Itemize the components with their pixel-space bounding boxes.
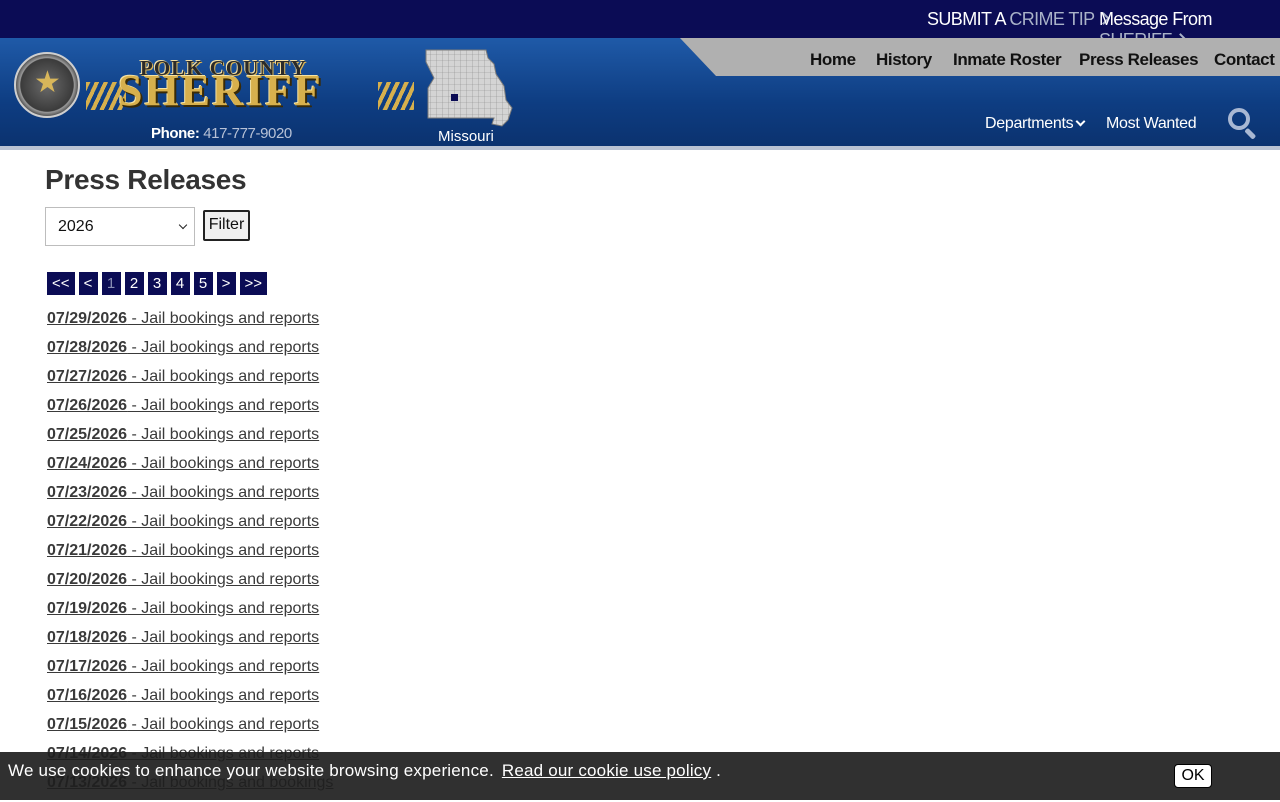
press-release-link[interactable]: 07/25/2026 - Jail bookings and reports	[47, 425, 333, 454]
press-release-link[interactable]: 07/19/2026 - Jail bookings and reports	[47, 599, 333, 628]
pager-item[interactable]: 1	[101, 272, 121, 295]
departments-label: Departments	[985, 115, 1074, 132]
cookie-message-line: We use cookies to enhance your website b…	[8, 761, 721, 781]
crime-tip-highlight: CRIME TIP	[1009, 9, 1095, 29]
nav-contact[interactable]: Contact	[1214, 50, 1275, 70]
release-date: 07/24/2026	[47, 455, 128, 472]
release-date: 07/26/2026	[47, 397, 128, 414]
release-date: 07/21/2026	[47, 542, 128, 559]
phone-line: Phone: 417-777-9020	[151, 125, 292, 142]
press-release-link[interactable]: 07/23/2026 - Jail bookings and reports	[47, 483, 333, 512]
press-release-link[interactable]: 07/16/2026 - Jail bookings and reports	[47, 686, 333, 715]
release-title: - Jail bookings and reports	[127, 310, 320, 327]
pager-item[interactable]: 3	[147, 272, 167, 295]
release-title: - Jail bookings and reports	[127, 687, 320, 704]
release-date: 07/18/2026	[47, 629, 128, 646]
release-date: 07/22/2026	[47, 513, 128, 530]
release-title: - Jail bookings and reports	[127, 339, 320, 356]
crime-tip-prefix: SUBMIT A	[927, 9, 1006, 29]
pager-item[interactable]: 2	[124, 272, 144, 295]
release-date: 07/16/2026	[47, 687, 128, 704]
release-title: - Jail bookings and reports	[127, 455, 320, 472]
press-release-link[interactable]: 07/22/2026 - Jail bookings and reports	[47, 512, 333, 541]
release-date: 07/27/2026	[47, 368, 128, 385]
pager-item[interactable]: <	[78, 272, 98, 295]
year-select[interactable]: 2026	[45, 207, 195, 246]
search-icon[interactable]	[1228, 108, 1258, 140]
logo-stripes-right	[378, 82, 414, 110]
nav-inmate-roster[interactable]: Inmate Roster	[953, 50, 1062, 70]
nav-history[interactable]: History	[876, 50, 932, 70]
filter-button[interactable]: Filter	[203, 210, 250, 241]
release-date: 07/20/2026	[47, 571, 128, 588]
press-release-link[interactable]: 07/15/2026 - Jail bookings and reports	[47, 715, 333, 744]
main-nav: Home History Inmate Roster Press Release…	[680, 38, 1280, 76]
release-title: - Jail bookings and reports	[127, 426, 320, 443]
phone-label: Phone:	[151, 125, 200, 142]
release-title: - Jail bookings and reports	[127, 571, 320, 588]
release-date: 07/23/2026	[47, 484, 128, 501]
release-title: - Jail bookings and reports	[127, 484, 320, 501]
release-title: - Jail bookings and reports	[127, 716, 320, 733]
search-icon-ring	[1228, 108, 1250, 130]
phone-number[interactable]: 417-777-9020	[203, 125, 292, 142]
chevron-down-icon	[1075, 116, 1086, 127]
press-release-link[interactable]: 07/21/2026 - Jail bookings and reports	[47, 541, 333, 570]
star-icon: ★	[34, 65, 61, 100]
press-release-link[interactable]: 07/29/2026 - Jail bookings and reports	[47, 309, 333, 338]
top-bar: SUBMIT A CRIME TIP Message From SHERIFF	[0, 0, 1280, 50]
year-select-value: 2026	[58, 218, 94, 235]
submit-crime-tip-link[interactable]: SUBMIT A CRIME TIP	[927, 9, 1110, 30]
release-date: 07/25/2026	[47, 426, 128, 443]
release-date: 07/29/2026	[47, 310, 128, 327]
message-prefix: Message From	[1099, 9, 1212, 29]
pager-item[interactable]: <<	[47, 272, 75, 295]
pager-item[interactable]: 5	[193, 272, 213, 295]
chevron-down-icon	[178, 220, 188, 230]
main-content: Press Releases 2026 Filter << <1 2 3 4 5 > >> 0…	[45, 164, 745, 791]
release-date: 07/15/2026	[47, 716, 128, 733]
header-divider	[0, 146, 1280, 150]
most-wanted-link[interactable]: Most Wanted	[1106, 115, 1197, 133]
release-title: - Jail bookings and reports	[127, 600, 320, 617]
search-icon-handle	[1244, 127, 1257, 140]
nav-press-releases[interactable]: Press Releases	[1079, 50, 1199, 70]
cookie-message: We use cookies to enhance your website b…	[8, 761, 494, 780]
release-title: - Jail bookings and reports	[127, 629, 320, 646]
release-title: - Jail bookings and reports	[127, 658, 320, 675]
pager-item[interactable]: 4	[170, 272, 190, 295]
site-header: ★ POLK COUNTY SHERIFF Phone: 417-777-902…	[0, 38, 1280, 146]
press-release-link[interactable]: 07/18/2026 - Jail bookings and reports	[47, 628, 333, 657]
press-release-link[interactable]: 07/20/2026 - Jail bookings and reports	[47, 570, 333, 599]
release-date: 07/19/2026	[47, 600, 128, 617]
press-release-link[interactable]: 07/24/2026 - Jail bookings and reports	[47, 454, 333, 483]
press-release-link[interactable]: 07/28/2026 - Jail bookings and reports	[47, 338, 333, 367]
cookie-banner: We use cookies to enhance your website b…	[0, 752, 1280, 800]
release-title: - Jail bookings and reports	[127, 542, 320, 559]
press-release-list: 07/29/2026 - Jail bookings and reports 07…	[47, 309, 333, 802]
release-title: - Jail bookings and reports	[127, 397, 320, 414]
nav-home[interactable]: Home	[810, 50, 856, 70]
departments-dropdown[interactable]: Departments	[985, 115, 1086, 133]
cookie-suffix: .	[711, 761, 722, 780]
release-title: - Jail bookings and reports	[127, 368, 320, 385]
release-date: 07/28/2026	[47, 339, 128, 356]
state-label: Missouri	[438, 128, 494, 145]
page-title: Press Releases	[45, 164, 247, 195]
press-release-link[interactable]: 07/26/2026 - Jail bookings and reports	[47, 396, 333, 425]
missouri-map-icon	[425, 49, 513, 127]
sheriff-badge-logo[interactable]: ★	[14, 52, 80, 118]
press-release-link[interactable]: 07/17/2026 - Jail bookings and reports	[47, 657, 333, 686]
pagination: << <1 2 3 4 5 > >>	[47, 272, 268, 295]
cookie-policy-link[interactable]: Read our cookie use policy	[502, 761, 711, 780]
release-date: 07/17/2026	[47, 658, 128, 675]
pager-item[interactable]: >>	[239, 272, 268, 295]
press-release-link[interactable]: 07/27/2026 - Jail bookings and reports	[47, 367, 333, 396]
cookie-ok-button[interactable]: OK	[1174, 764, 1212, 788]
logo-sheriff-text[interactable]: SHERIFF	[118, 68, 323, 114]
pager-item[interactable]: >	[216, 272, 236, 295]
release-title: - Jail bookings and reports	[127, 513, 320, 530]
